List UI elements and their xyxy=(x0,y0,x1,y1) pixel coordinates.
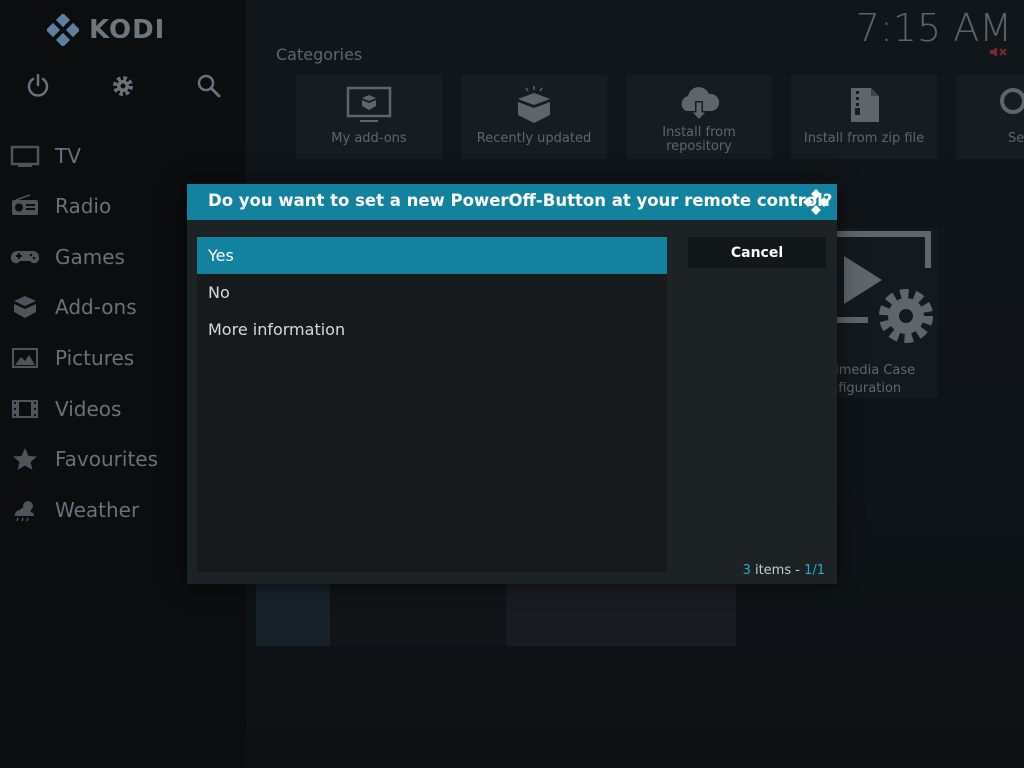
dialog-title: Do you want to set a new PowerOff-Button… xyxy=(208,191,833,210)
tile-install-from-zip[interactable]: Install from zip file xyxy=(791,75,937,159)
menu-item-label: Videos xyxy=(55,397,122,421)
mute-icon xyxy=(990,47,1007,57)
categories-title: Categories xyxy=(276,45,363,64)
menu-item-label: Add-ons xyxy=(55,295,137,319)
radio-icon xyxy=(12,194,38,215)
kodi-logo: KODI xyxy=(47,14,165,46)
item-count-text: items - xyxy=(750,563,805,578)
film-icon xyxy=(12,400,38,418)
menu-item-label: Games xyxy=(55,245,125,269)
tile-label-line1: timedia Case xyxy=(830,363,916,378)
tile-label-line2: nfiguration xyxy=(830,381,902,396)
settings-icon[interactable] xyxy=(109,72,137,100)
search-icon[interactable] xyxy=(195,72,223,100)
menu-item-label: Pictures xyxy=(55,346,135,370)
tile-install-from-repository[interactable]: Install from repository xyxy=(626,75,772,159)
cloud-download-icon xyxy=(681,87,720,121)
tile-search[interactable]: Se xyxy=(956,75,1024,159)
tile-label: timedia Case nfiguration xyxy=(830,362,915,398)
tv-icon xyxy=(10,145,40,167)
cancel-button[interactable]: Cancel xyxy=(688,237,826,268)
tile-label-line2: repository xyxy=(666,139,732,154)
tile-my-addons[interactable]: My add-ons xyxy=(296,75,442,159)
tile-label: My add-ons xyxy=(331,131,407,146)
video-settings-icon xyxy=(834,231,933,343)
menu-item-label: Weather xyxy=(55,498,140,522)
item-count-page: 1/1 xyxy=(804,563,825,578)
kodi-logo-text: KODI xyxy=(89,15,166,45)
thumbnail xyxy=(256,582,330,646)
star-icon xyxy=(13,448,37,470)
background-thumbnails xyxy=(256,582,736,646)
search-icon xyxy=(1000,88,1024,114)
option-yes[interactable]: Yes xyxy=(197,237,667,274)
tile-label: Install from repository xyxy=(626,126,772,154)
menu-item-label: Radio xyxy=(55,194,112,218)
option-more-information[interactable]: More information xyxy=(197,311,667,348)
item-count: 3 items - 1/1 xyxy=(743,563,825,578)
menu-item-label: Favourites xyxy=(55,447,159,471)
options-list[interactable]: Yes No More information xyxy=(197,237,667,572)
select-dialog: Do you want to set a new PowerOff-Button… xyxy=(187,184,837,584)
kodi-logo-icon xyxy=(803,189,829,215)
tile-label: Install from zip file xyxy=(803,131,925,146)
weather-icon xyxy=(14,501,35,522)
gamepad-icon xyxy=(10,251,40,264)
option-no[interactable]: No xyxy=(197,274,667,311)
kodi-logo-icon xyxy=(47,14,79,46)
zip-file-icon xyxy=(851,88,879,122)
tile-recently-updated[interactable]: Recently updated xyxy=(461,75,607,159)
item-count-number: 3 xyxy=(742,563,751,578)
clock: 7:15 AM xyxy=(855,6,1012,50)
menu-item-label: TV xyxy=(55,144,81,168)
tile-multimedia-case-configuration[interactable]: timedia Case nfiguration xyxy=(824,228,938,398)
open-box-icon xyxy=(518,86,550,123)
menu-item-tv[interactable]: TV xyxy=(0,136,246,176)
dialog-header: Do you want to set a new PowerOff-Button… xyxy=(187,184,837,220)
power-icon[interactable] xyxy=(24,72,52,100)
thumbnail xyxy=(506,582,736,646)
pictures-icon xyxy=(12,348,38,368)
addons-box-icon xyxy=(14,296,36,318)
monitor-box-icon xyxy=(346,86,392,122)
tile-label-line1: Install from xyxy=(662,125,736,140)
tile-label: Se xyxy=(1008,131,1024,146)
tile-label: Recently updated xyxy=(476,131,592,146)
